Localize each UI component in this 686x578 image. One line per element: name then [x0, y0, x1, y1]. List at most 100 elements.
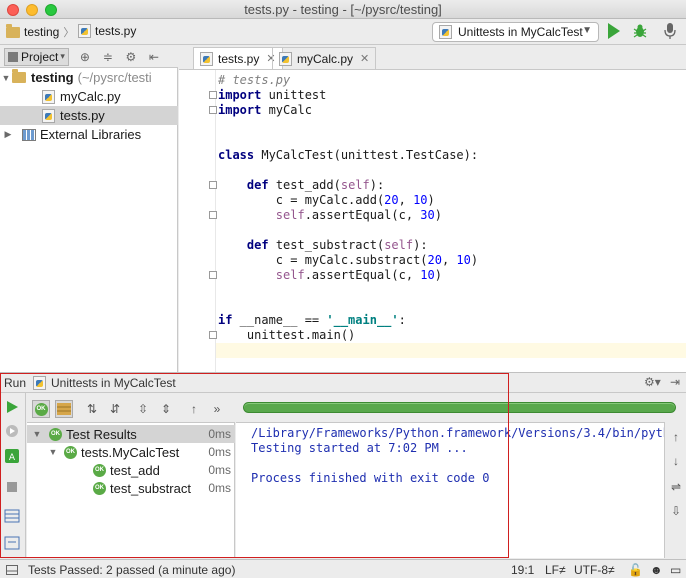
- arrow-up-icon[interactable]: ↑: [669, 430, 683, 444]
- tree-item-mycalc[interactable]: myCalc.py: [0, 87, 178, 106]
- line-separator[interactable]: LF≠: [545, 563, 566, 577]
- fold-marker-icon[interactable]: [209, 331, 217, 339]
- code-line: self.assertEqual(c, 10): [275, 268, 442, 282]
- tree-item-tests[interactable]: tests.py: [0, 106, 178, 125]
- chevron-down-icon: ▾: [60, 51, 65, 61]
- project-tab-label: Project: [21, 49, 59, 64]
- code-text: # tests.py import unittest import myCalc…: [218, 73, 478, 343]
- rerun-failed-icon[interactable]: [4, 423, 20, 439]
- breadcrumb-project[interactable]: testing 〉: [6, 23, 80, 40]
- tree-item-testing[interactable]: ▼ testing (~/pysrc/testi: [0, 68, 178, 87]
- code-line: import unittest: [218, 88, 327, 102]
- result-time: 0ms: [208, 463, 231, 477]
- inspector-icon[interactable]: ☻: [650, 563, 663, 577]
- stop-icon[interactable]: [4, 479, 20, 495]
- lock-icon[interactable]: 🔓: [628, 563, 643, 577]
- run-panel-header: Run Unittests in MyCalcTest ⚙▾ ⇥: [0, 372, 686, 393]
- show-ignored-toggle[interactable]: [55, 400, 73, 418]
- status-panel-icon[interactable]: [6, 564, 18, 578]
- folder-icon: [12, 69, 26, 83]
- locate-target-icon[interactable]: ⊕: [78, 50, 92, 64]
- debug-button[interactable]: [632, 23, 648, 39]
- code-line: def test_substract(self):: [246, 238, 428, 252]
- folder-icon: [6, 23, 20, 38]
- code-line: # tests.py: [218, 73, 291, 87]
- expand-arrow-icon[interactable]: ▼: [31, 429, 43, 439]
- fold-marker-icon[interactable]: [209, 91, 217, 99]
- result-row[interactable]: OK test_substract 0ms: [27, 479, 235, 497]
- show-passed-toggle[interactable]: OK: [32, 400, 50, 418]
- auto-test-icon[interactable]: A: [4, 448, 20, 464]
- python-file-icon: [78, 24, 91, 38]
- collapse-all-icon[interactable]: ⇕: [157, 400, 175, 418]
- python-test-icon: [439, 25, 452, 39]
- tree-item-label: tests.py: [60, 108, 105, 123]
- export-icon[interactable]: [4, 535, 20, 551]
- fold-marker-icon[interactable]: [209, 181, 217, 189]
- file-encoding[interactable]: UTF-8≠: [574, 563, 615, 577]
- layout-icon[interactable]: [4, 508, 20, 524]
- console-right-toolbar: ↑ ↓ ⇌ ⇩: [664, 422, 686, 558]
- hide-panel-icon[interactable]: ⇤: [147, 50, 161, 64]
- run-configuration-select[interactable]: Unittests in MyCalcTest ▼: [432, 22, 599, 42]
- more-icon[interactable]: »: [208, 400, 226, 418]
- gear-icon[interactable]: ⚙: [124, 50, 138, 64]
- result-label: Test Results: [66, 426, 137, 442]
- tree-item-label: testing: [31, 70, 74, 85]
- breadcrumb-file[interactable]: tests.py: [78, 24, 136, 38]
- collapse-all-icon[interactable]: ≑: [101, 50, 115, 64]
- soft-wrap-icon[interactable]: ⇌: [669, 480, 683, 494]
- sort-duration-icon[interactable]: ⇵: [106, 400, 124, 418]
- fold-marker-icon[interactable]: [209, 271, 217, 279]
- navigation-bar: testing 〉 tests.py Unittests in MyCalcTe…: [0, 19, 686, 45]
- console-output[interactable]: /Library/Frameworks/Python.framework/Ver…: [236, 422, 664, 558]
- hide-panel-icon[interactable]: ⇥: [670, 375, 680, 389]
- current-line-highlight: [179, 343, 686, 358]
- code-line: self.assertEqual(c, 30): [275, 208, 442, 222]
- code-line: def test_add(self):: [246, 178, 385, 192]
- code-line: class MyCalcTest(unittest.TestCase):: [218, 148, 479, 162]
- libraries-icon: [22, 128, 36, 141]
- run-button[interactable]: [608, 23, 620, 39]
- expand-arrow-icon[interactable]: ▼: [47, 447, 59, 457]
- code-editor[interactable]: # tests.py import unittest import myCalc…: [179, 70, 686, 372]
- cursor-position[interactable]: 19:1: [511, 563, 534, 577]
- tree-item-external-libraries[interactable]: ▶ External Libraries: [0, 125, 178, 144]
- project-icon: [8, 51, 18, 62]
- gear-icon[interactable]: ⚙▾: [644, 375, 661, 389]
- rerun-icon[interactable]: [4, 399, 20, 415]
- microphone-icon[interactable]: [662, 22, 680, 40]
- close-icon[interactable]: ✕: [360, 52, 369, 65]
- expand-arrow-icon[interactable]: ▶: [2, 129, 14, 140]
- expand-all-icon[interactable]: ⇳: [134, 400, 152, 418]
- chevron-down-icon: ▼: [582, 25, 592, 36]
- result-row[interactable]: OK test_add 0ms: [27, 461, 235, 479]
- expand-arrow-icon[interactable]: ▼: [0, 73, 12, 83]
- status-bar: Tests Passed: 2 passed (a minute ago) 19…: [0, 559, 686, 578]
- passed-icon: OK: [49, 427, 62, 441]
- result-row[interactable]: ▼ OK Test Results 0ms: [27, 425, 235, 443]
- event-log-icon[interactable]: ▭: [670, 563, 681, 577]
- fold-marker-icon[interactable]: [209, 106, 217, 114]
- result-time: 0ms: [208, 427, 231, 441]
- tree-item-label: myCalc.py: [60, 89, 121, 104]
- tab-mycalc-py[interactable]: myCalc.py ✕: [272, 47, 377, 69]
- fold-marker-icon[interactable]: [209, 211, 217, 219]
- result-row[interactable]: ▼ OK tests.MyCalcTest 0ms: [27, 443, 235, 461]
- arrow-down-icon[interactable]: ↓: [669, 454, 683, 468]
- code-line: unittest.main(): [218, 328, 356, 342]
- previous-failed-icon[interactable]: ↑: [185, 400, 203, 418]
- editor-gutter[interactable]: [179, 70, 217, 372]
- breadcrumb-project-label: testing: [24, 25, 60, 39]
- breadcrumb-file-label: tests.py: [95, 24, 137, 38]
- project-view-select[interactable]: Project ▾: [4, 47, 69, 66]
- tab-tests-py[interactable]: tests.py ✕: [193, 47, 283, 69]
- scroll-to-end-icon[interactable]: ⇩: [669, 504, 683, 518]
- python-test-icon: [33, 375, 47, 390]
- sort-alpha-icon[interactable]: ⇅: [83, 400, 101, 418]
